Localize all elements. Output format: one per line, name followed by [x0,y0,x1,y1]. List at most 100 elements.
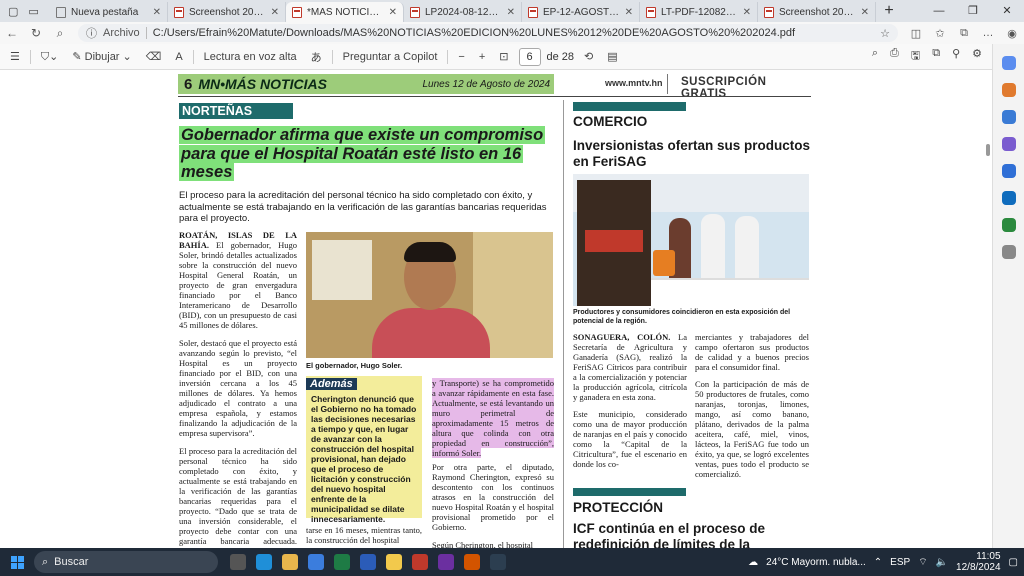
back-icon[interactable]: ← [0,26,24,40]
settings-gear-icon[interactable]: ⚙ [972,47,982,66]
games-icon[interactable] [1001,137,1016,151]
add-text-icon[interactable]: A [171,51,186,63]
tools-icon[interactable] [1001,110,1016,124]
pin-icon[interactable]: ⚲ [952,47,960,66]
close-icon[interactable]: ✕ [743,7,751,18]
print-icon[interactable]: ⎙ [890,47,899,66]
store-icon[interactable] [308,554,324,570]
browser-tab[interactable]: Screenshot 2024-08-1✕ [168,2,286,22]
browser-tab[interactable]: EP-12-AGOSTO-2024-✕ [522,2,640,22]
network-icon[interactable]: ⌔ [918,556,927,569]
pdf-icon [174,6,184,18]
weather-icon[interactable]: ☁ [748,557,758,568]
governor-photo [306,232,553,358]
zoom-out-icon[interactable]: − [454,51,468,63]
paragraph: Según Cherington, el hospital [432,540,534,548]
notifications-icon[interactable]: ▢ [1009,557,1018,568]
zoom-in-icon[interactable]: + [475,51,489,63]
sidebar-text: Cherington denunció que el Gobierno no h… [311,394,417,524]
close-icon[interactable]: ✕ [625,7,633,18]
taskbar-apps [230,554,506,570]
collections-icon[interactable]: ⧉ [952,27,976,40]
pdf-toolbar-right: ⌕ ⎙ 🖫 ⧉ ⚲ ⚙ [872,47,992,66]
drop-icon[interactable] [1001,218,1016,232]
close-icon[interactable]: ✕ [389,7,397,18]
save-icon[interactable]: 🖫 [911,47,920,66]
clock[interactable]: 11:05 12/8/2024 [956,551,1001,573]
paragraph-text: El gobernador, Hugo Soler, brindó detall… [179,240,297,330]
start-button[interactable] [0,548,34,576]
contents-icon[interactable]: ☰ [6,50,24,63]
app-icon[interactable] [490,554,506,570]
column-divider [563,100,564,548]
more-icon[interactable]: … [976,27,1000,39]
url-text[interactable]: C:/Users/Efrain%20Matute/Downloads/MAS%2… [153,27,874,39]
highlight-icon[interactable]: ⛉⌄ [37,50,62,64]
page-view-icon[interactable]: ▤ [603,50,621,63]
scrollbar[interactable] [984,72,992,548]
volume-icon[interactable]: 🔈 [936,557,948,568]
draw-button[interactable]: ✎ Dibujar ⌄ [68,50,135,63]
favorites-icon[interactable]: ✩ [928,27,952,40]
paragraph-text: Soler, destacó que el proyecto está avan… [179,338,297,438]
new-tab-button[interactable]: + [876,2,902,22]
save-as-icon[interactable]: ⧉ [932,47,940,66]
chrome-icon[interactable] [386,554,402,570]
excel-icon[interactable] [334,554,350,570]
paragraph: Por otra parte, el diputado, Raymond Che… [432,462,554,532]
browser-tab[interactable]: Screenshot 2024-08-1✕ [758,2,876,22]
read-aloud-button[interactable]: Lectura en voz alta [200,51,301,63]
address-field[interactable]: ⓘ Archivo C:/Users/Efrain%20Matute/Downl… [78,24,898,42]
shopping-icon[interactable] [1001,83,1016,97]
rotate-icon[interactable]: ⟲ [580,50,597,63]
tray-overflow-icon[interactable]: ⌃ [874,557,882,568]
minimize-icon[interactable]: — [922,0,956,22]
search-icon[interactable]: ⌕ [872,47,878,66]
close-icon[interactable]: ✕ [271,7,279,18]
word-icon[interactable] [360,554,376,570]
refresh-icon[interactable]: ↻ [24,26,48,40]
taskbar-search[interactable]: ⌕ Buscar [34,551,218,573]
maximize-icon[interactable]: ❐ [956,0,990,22]
task-view-icon[interactable] [230,554,246,570]
app-icon[interactable] [438,554,454,570]
info-icon[interactable]: ⓘ [86,25,97,41]
browser-tab-active[interactable]: *MAS NOTICIAS EDICI✕ [286,2,404,22]
ask-copilot-button[interactable]: Preguntar a Copilot [339,51,442,63]
close-icon[interactable]: ✕ [861,7,869,18]
fair-photo [573,174,809,306]
split-screen-icon[interactable]: ◫ [904,27,928,40]
language-indicator[interactable]: ESP [890,557,910,568]
browser-tab[interactable]: LT-PDF-12082024-HG✕ [640,2,758,22]
eraser-icon[interactable]: ⌫ [142,50,166,63]
search-app-icon[interactable] [1001,56,1016,70]
add-app-icon[interactable] [1001,245,1016,259]
file-explorer-icon[interactable] [282,554,298,570]
clock-time: 11:05 [976,551,1001,562]
tab-actions-icon[interactable]: ▭ [28,5,38,18]
pdf-icon [292,6,302,18]
page-number-input[interactable]: 6 [518,47,541,66]
outlook-icon[interactable] [1001,191,1016,205]
photo-board [312,240,372,300]
copilot-icon[interactable]: ◉ [1000,27,1024,40]
tab-strip: ▢ ▭ Nueva pestaña✕ Screenshot 2024-08-1✕… [0,0,1024,22]
translate-icon[interactable]: あ [307,49,326,65]
app-icon[interactable] [464,554,480,570]
close-icon[interactable]: ✕ [153,7,161,18]
app-icon[interactable] [412,554,428,570]
headline: Inversionistas ofertan sus productos en … [573,138,811,169]
fit-page-icon[interactable]: ⊡ [495,50,512,63]
close-icon[interactable]: ✕ [507,7,515,18]
favorite-star-icon[interactable]: ☆ [880,27,890,40]
browser-tab[interactable]: LP2024-08-12-tnbpM✕ [404,2,522,22]
scrollbar-thumb[interactable] [986,144,990,156]
issue-date: Lunes 12 de Agosto de 2024 [422,78,550,90]
profile-icon[interactable]: ▢ [8,5,18,18]
close-window-icon[interactable]: ✕ [990,0,1024,22]
browser-tab[interactable]: Nueva pestaña ✕ [50,2,168,22]
search-icon[interactable]: ⌕ [48,26,72,41]
copilot-app-icon[interactable] [1001,164,1016,178]
weather-text[interactable]: 24°C Mayorm. nubla... [766,557,866,568]
edge-icon[interactable] [256,554,272,570]
